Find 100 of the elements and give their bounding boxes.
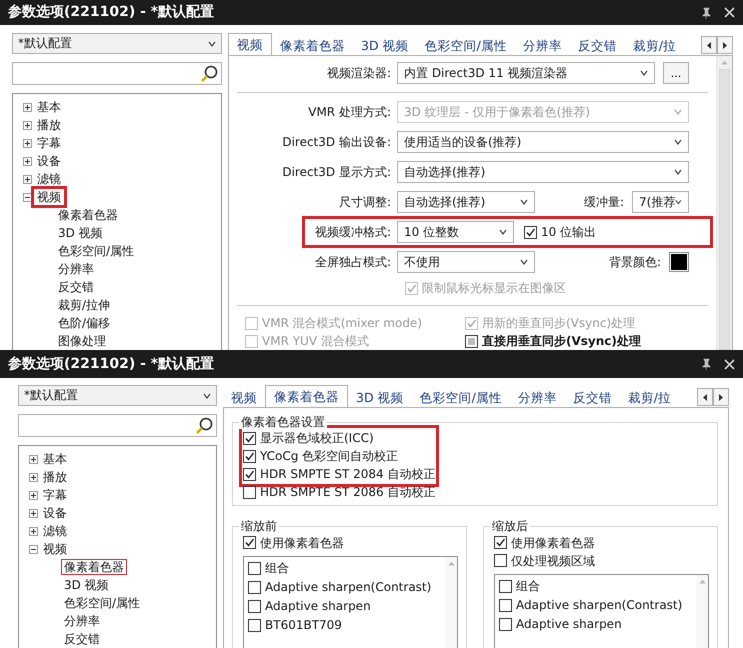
checkbox[interactable] [248,600,261,613]
expand-icon[interactable] [29,472,38,482]
checkbox[interactable] [248,562,261,575]
tab[interactable]: 视频 [223,387,265,407]
checkbox[interactable] [499,618,512,631]
expand-icon[interactable] [23,102,32,112]
checkbox[interactable] [243,536,256,550]
expand-icon[interactable] [23,156,32,166]
checkbox[interactable] [243,486,256,499]
tree-item[interactable]: 反交错 [56,280,96,294]
color-swatch[interactable] [669,252,689,272]
checkbox[interactable] [499,598,512,612]
tree-item[interactable]: 像素着色器 [62,560,126,574]
tab[interactable]: 像素着色器 [265,385,348,407]
checkbox[interactable] [524,226,537,238]
close-icon[interactable] [724,358,735,370]
search-icon[interactable] [195,416,213,434]
checkbox[interactable] [248,618,261,632]
tree-item[interactable]: 3D 视频 [56,226,105,240]
collapse-icon[interactable] [29,544,38,554]
checkbox-label: 10 位输出 [541,224,596,240]
expand-icon[interactable] [23,138,32,148]
tab[interactable]: 像素着色器 [272,35,353,55]
tab[interactable]: 反交错 [570,35,625,55]
dropdown[interactable]: 10 位整数 [397,221,514,243]
checkbox[interactable] [465,334,478,348]
search-field[interactable] [12,62,222,85]
right-arrow-icon [723,42,727,48]
tree-item[interactable]: 滤镜 [41,524,69,538]
checkbox-label: 组合 [516,579,540,594]
collapse-icon[interactable] [23,192,32,202]
tree-item[interactable]: 字幕 [35,136,63,150]
more-button[interactable]: ... [663,62,689,84]
tab[interactable]: 3D 视频 [353,35,417,55]
scroll-right-button[interactable] [713,388,729,406]
tree-item[interactable]: 分辨率 [56,262,96,276]
dropdown[interactable]: 自动选择(推荐) [397,191,535,213]
scroll-right-button[interactable] [717,36,733,54]
tree-item[interactable]: 3D 视频 [62,578,111,592]
scroll-left-button[interactable] [701,36,717,54]
search-field[interactable] [18,414,217,437]
dropdown[interactable]: 7(推荐 [632,191,689,213]
tree-item[interactable]: 色彩空间/属性 [56,244,136,258]
checkbox-label: 用新的垂直同步(Vsync)处理 [482,316,636,330]
tree-item[interactable]: 设备 [41,506,69,520]
checkbox[interactable] [494,554,507,568]
tree-item[interactable]: 视频 [41,542,69,556]
pin-icon[interactable] [700,358,712,370]
caret-icon [674,139,682,145]
tree-item[interactable]: 字幕 [41,488,69,502]
tree-item[interactable]: 像素着色器 [56,208,120,222]
expand-icon[interactable] [23,120,32,130]
expand-icon[interactable] [29,508,38,518]
checkbox[interactable] [494,536,507,550]
tab[interactable]: 视频 [228,33,272,55]
tree-item[interactable]: 播放 [41,470,69,484]
tab[interactable]: 反交错 [564,387,620,407]
dropdown[interactable]: 自动选择(推荐) [397,161,689,183]
expand-icon[interactable] [29,454,38,464]
search-icon[interactable] [200,64,218,82]
profile-dropdown[interactable]: *默认配置 [12,33,222,54]
checkbox[interactable] [499,580,512,593]
checkbox[interactable] [248,580,261,594]
expand-icon[interactable] [23,174,32,184]
checkbox[interactable] [243,468,256,481]
profile-dropdown[interactable]: *默认配置 [18,385,217,406]
pin-icon[interactable] [700,6,712,18]
tree-item[interactable]: 色阶/偏移 [56,316,112,330]
expand-icon[interactable] [29,526,38,536]
tree-item[interactable]: 播放 [35,118,63,132]
tree-item[interactable]: 图像处理 [56,334,108,348]
tree-item[interactable]: 滤镜 [35,172,63,186]
tab[interactable]: 3D 视频 [348,387,412,407]
tab[interactable]: 分辨率 [514,35,570,55]
tree-item[interactable]: 基本 [41,452,69,466]
checkbox-label: Adaptive sharpen(Contrast) [265,580,432,594]
scroll-left-button[interactable] [697,388,713,406]
caret-icon [208,40,216,46]
tree-item[interactable]: 裁剪/拉伸 [56,298,112,312]
tree-item[interactable]: 反交错 [62,632,102,646]
dropdown[interactable]: 内置 Direct3D 11 视频渲染器 [397,62,655,84]
checkbox-label: VMR YUV 混合模式 [262,334,369,348]
scrollbar[interactable] [716,56,732,350]
close-icon[interactable] [724,7,735,18]
tree-item[interactable]: 设备 [35,154,63,168]
caret-icon [520,199,528,205]
tree-item[interactable]: 色彩空间/属性 [62,596,142,610]
dropdown[interactable]: 不使用 [397,251,535,273]
checkbox[interactable] [243,432,256,445]
tab[interactable]: 裁剪/拉 [620,387,679,407]
tree-item[interactable]: 分辨率 [62,614,102,628]
tab[interactable]: 色彩空间/属性 [412,387,510,407]
dropdown[interactable]: 使用适当的设备(推荐) [397,131,689,153]
expand-icon[interactable] [29,490,38,500]
tab[interactable]: 色彩空间/属性 [416,35,515,55]
tab[interactable]: 裁剪/拉 [624,35,684,55]
checkbox[interactable] [243,450,256,463]
tab[interactable]: 分辨率 [510,387,565,407]
tree-item[interactable]: 基本 [35,100,63,114]
caret-icon [520,259,528,265]
